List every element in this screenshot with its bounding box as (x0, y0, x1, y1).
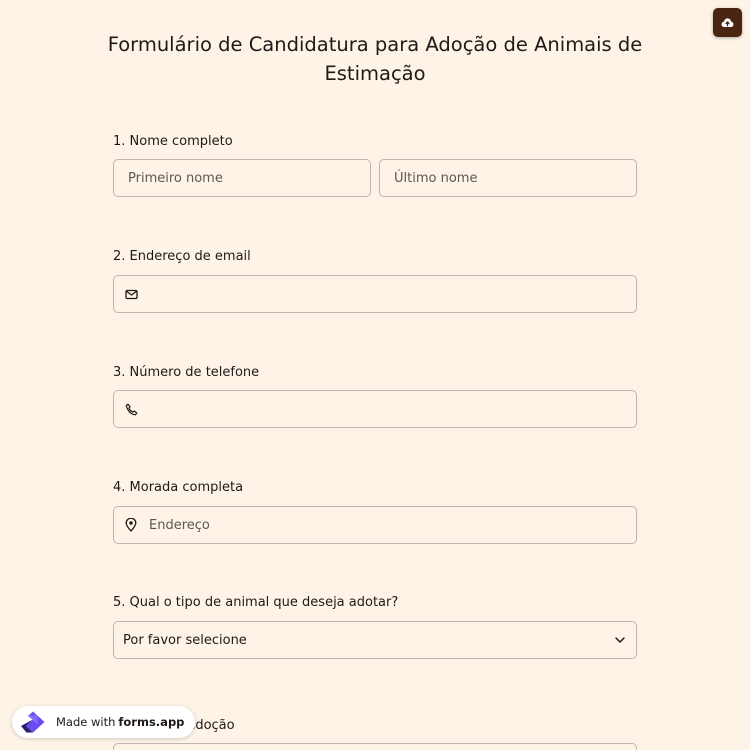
animal-type-select[interactable]: Por favor selecione (113, 621, 637, 659)
first-name-placeholder: Primeiro nome (128, 170, 223, 186)
adoption-field[interactable] (113, 743, 637, 750)
phone-icon (124, 402, 138, 416)
chevron-down-icon (614, 636, 626, 644)
forms-app-brand: forms.app (118, 715, 185, 729)
made-with-badge[interactable]: Made with forms.app (12, 706, 196, 738)
cloud-upload-icon (721, 13, 734, 32)
address-placeholder: Endereço (149, 517, 210, 533)
question-label-phone: 3. Número de telefone (113, 365, 260, 380)
question-label-full-name: 1. Nome completo (113, 134, 233, 149)
location-pin-icon (124, 518, 138, 532)
question-label-animal-type: 5. Qual o tipo de animal que deseja adot… (113, 595, 399, 610)
made-with-text: Made with (56, 715, 116, 729)
form-page: Formulário de Candidatura para Adoção de… (0, 0, 750, 750)
first-name-input[interactable]: Primeiro nome (113, 159, 371, 197)
mail-icon (124, 287, 138, 301)
last-name-input[interactable]: Último nome (379, 159, 637, 197)
question-label-email: 2. Endereço de email (113, 249, 251, 264)
last-name-placeholder: Último nome (394, 170, 478, 186)
address-field[interactable]: Endereço (113, 506, 637, 544)
question-label-address: 4. Morada completa (113, 480, 244, 495)
animal-type-selected-value: Por favor selecione (123, 632, 247, 648)
email-field[interactable] (113, 275, 637, 313)
save-progress-button[interactable] (713, 8, 742, 37)
forms-app-logo-icon (20, 710, 50, 734)
form-title: Formulário de Candidatura para Adoção de… (107, 33, 643, 85)
phone-field[interactable] (113, 390, 637, 428)
